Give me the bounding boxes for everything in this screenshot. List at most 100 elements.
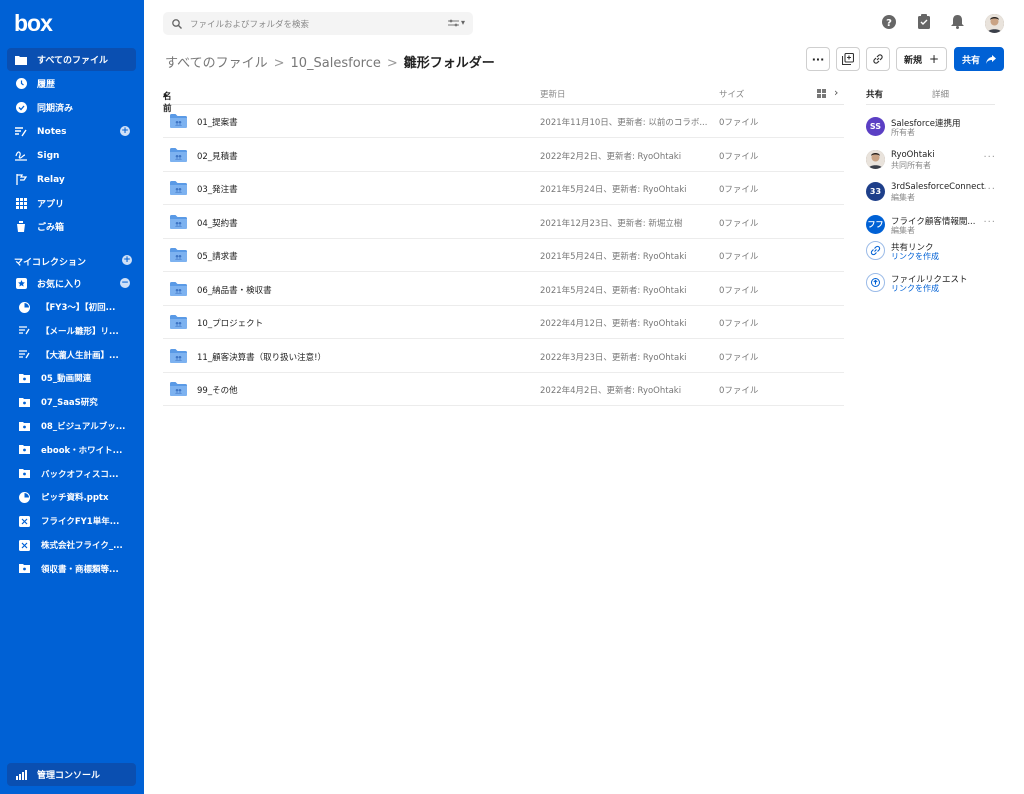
sidebar-item-notes[interactable]: Notes + <box>7 120 136 143</box>
collaborator-item[interactable]: RyoOhtaki 共同所有者 ··· <box>866 149 1006 174</box>
sidebar-item-history[interactable]: 履歴 <box>7 72 136 95</box>
tasks-clipboard-icon[interactable] <box>918 14 930 33</box>
table-row[interactable]: 11_顧客決算書（取り扱い注意!） 2022年3月23日、更新者: RyoOhta… <box>163 340 844 373</box>
favorite-item[interactable]: 08_ビジュアルブッ... <box>7 415 136 437</box>
more-options-button[interactable]: ··· <box>806 47 830 71</box>
sidebar-item-all-files[interactable]: すべてのファイル <box>7 48 136 71</box>
sidebar-item-favorites[interactable]: お気に入り − <box>7 272 136 295</box>
excel-icon <box>19 539 30 551</box>
sidebar-item-label: アプリ <box>37 200 65 210</box>
favorite-item[interactable]: フライクFY1単年... <box>7 510 136 532</box>
collaborator-item[interactable]: SS Salesforce連携用 所有者 <box>866 117 1006 141</box>
star-folder-icon <box>15 278 27 290</box>
folder-name[interactable]: 11_顧客決算書（取り扱い注意!） <box>197 351 326 363</box>
shared-folder-icon <box>170 315 187 332</box>
collaborator-more-button[interactable]: ··· <box>983 184 996 195</box>
breadcrumb-parent[interactable]: 10_Salesforce <box>290 56 380 71</box>
table-row[interactable]: 05_請求書 2021年5月24日、更新者: RyoOhtaki 0ファイル <box>163 239 844 272</box>
favorite-item-label: バックオフィスコ... <box>41 469 119 480</box>
folder-name[interactable]: 04_契約書 <box>197 217 238 229</box>
favorite-item[interactable]: バックオフィスコ... <box>7 463 136 485</box>
favorite-item[interactable]: 05_動画関連 <box>7 367 136 389</box>
column-header-updated[interactable]: 更新日 <box>540 88 566 100</box>
sidebar-item-label: 履歴 <box>37 80 56 90</box>
help-icon[interactable]: ? <box>882 14 896 33</box>
table-row[interactable]: 10_プロジェクト 2022年4月12日、更新者: RyoOhtaki 0ファイル <box>163 306 844 339</box>
collaborator-role: 所有者 <box>891 128 915 137</box>
collections-add-button[interactable] <box>836 47 860 71</box>
folder-name[interactable]: 02_見積書 <box>197 150 238 162</box>
favorite-item-label: ebook・ホワイト... <box>41 445 123 456</box>
table-row[interactable]: 03_発注書 2021年5月24日、更新者: RyoOhtaki 0ファイル <box>163 172 844 205</box>
file-request-item[interactable]: ファイルリクエスト リンクを作成 <box>866 273 1006 297</box>
item-size: 0ファイル <box>719 151 759 162</box>
share-arrow-icon <box>986 54 996 64</box>
column-header-size[interactable]: サイズ <box>719 88 744 100</box>
user-avatar[interactable] <box>985 14 1004 33</box>
tab-share[interactable]: 共有 <box>866 88 883 100</box>
table-row[interactable]: 04_契約書 2021年12月23日、更新者: 新堀立樹 0ファイル <box>163 206 844 239</box>
collapse-favorites-button[interactable]: − <box>120 278 130 288</box>
folder-name[interactable]: 06_納品書・検収書 <box>197 284 272 296</box>
favorite-item[interactable]: ピッチ資料.pptx <box>7 486 136 508</box>
favorite-item[interactable]: 【大瀧人生計画】... <box>7 344 136 366</box>
chevron-right-icon: > <box>273 56 285 71</box>
favorite-item[interactable]: ebook・ホワイト... <box>7 439 136 461</box>
notes-icon <box>15 126 27 138</box>
sidebar: box すべてのファイル 履歴 同期済み Notes + Sign Relay <box>0 0 144 794</box>
share-button[interactable]: 共有 <box>954 47 1004 71</box>
updated-info: 2022年4月12日、更新者: RyoOhtaki <box>540 319 687 329</box>
add-to-collection-icon <box>842 53 854 65</box>
add-collection-button[interactable]: + <box>122 255 132 265</box>
table-row[interactable]: 02_見積書 2022年2月2日、更新者: RyoOhtaki 0ファイル <box>163 139 844 172</box>
sidebar-item-sign[interactable]: Sign <box>7 144 136 167</box>
new-button[interactable]: 新規 + <box>896 47 947 71</box>
search-filter-button[interactable]: ▾ <box>447 18 465 27</box>
table-row[interactable]: 99_その他 2022年4月2日、更新者: RyoOhtaki 0ファイル <box>163 373 844 406</box>
table-row[interactable]: 01_提案書 2021年11月10日、更新者: 以前のコラボ... 0ファイル <box>163 105 844 138</box>
favorite-item[interactable]: 【メール雛形】リ... <box>7 320 136 342</box>
table-row[interactable]: 06_納品書・検収書 2021年5月24日、更新者: RyoOhtaki 0ファイル <box>163 273 844 306</box>
grid-view-icon[interactable] <box>817 89 826 101</box>
my-collection-header[interactable]: マイコレクション + <box>14 255 132 268</box>
collaborator-more-button[interactable]: ··· <box>983 152 996 163</box>
create-file-request-link[interactable]: リンクを作成 <box>891 283 939 294</box>
folder-name[interactable]: 99_その他 <box>197 384 238 396</box>
breadcrumb-root[interactable]: すべてのファイル <box>165 56 268 71</box>
powerpoint-icon <box>19 491 30 503</box>
folder-name[interactable]: 05_請求書 <box>197 250 238 262</box>
updated-info: 2021年5月24日、更新者: RyoOhtaki <box>540 185 687 195</box>
favorite-item[interactable]: 07_SaaS研究 <box>7 391 136 413</box>
item-size: 0ファイル <box>719 386 759 396</box>
sidebar-item-synced[interactable]: 同期済み <box>7 96 136 119</box>
box-logo[interactable]: box <box>14 10 53 37</box>
collaborator-item[interactable]: 33 3rdSalesforceConnect 編集者 ··· <box>866 182 1006 206</box>
shared-link-item[interactable]: 共有リンク リンクを作成 <box>866 241 1006 265</box>
chevron-right-icon[interactable]: › <box>834 86 838 99</box>
item-size: 0ファイル <box>719 252 759 262</box>
collaborator-item[interactable]: フフ フライク顧客情報閲... 編集者 ··· <box>866 214 1006 239</box>
sidebar-item-trash[interactable]: ごみ箱 <box>7 215 136 238</box>
sidebar-item-relay[interactable]: Relay <box>7 168 136 191</box>
search-input[interactable]: ファイルおよびフォルダを検索 ▾ <box>163 12 473 35</box>
tab-details[interactable]: 詳細 <box>932 88 949 100</box>
favorite-item[interactable]: 株式会社フライク_... <box>7 534 136 556</box>
favorite-item[interactable]: 領収書・商標類等... <box>7 558 136 580</box>
folder-name[interactable]: 01_提案書 <box>197 116 238 128</box>
admin-console-button[interactable]: 管理コンソール <box>7 763 136 786</box>
sidebar-item-apps[interactable]: アプリ <box>7 192 136 215</box>
shared-folder-icon <box>170 281 187 299</box>
plus-icon: + <box>928 52 940 66</box>
folder-name[interactable]: 10_プロジェクト <box>197 317 263 329</box>
folder-name[interactable]: 03_発注書 <box>197 183 238 195</box>
collaborator-more-button[interactable]: ··· <box>983 217 996 228</box>
sidebar-item-label: Sign <box>37 150 60 161</box>
create-shared-link[interactable]: リンクを作成 <box>891 251 939 262</box>
search-placeholder: ファイルおよびフォルダを検索 <box>190 19 310 30</box>
admin-console-label: 管理コンソール <box>37 771 101 781</box>
item-size: 0ファイル <box>719 352 759 363</box>
copy-link-button[interactable] <box>866 47 890 71</box>
add-note-button[interactable]: + <box>120 126 130 136</box>
favorite-item[interactable]: 【FY3〜】【初回... <box>7 296 136 318</box>
notifications-bell-icon[interactable] <box>951 14 964 33</box>
